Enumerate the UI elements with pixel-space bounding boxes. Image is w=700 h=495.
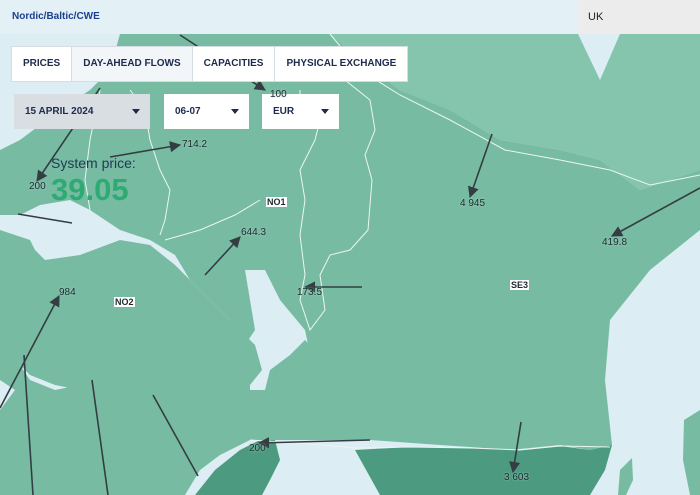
flow-label-714: 714.2 [182,139,208,150]
tab-day-ahead-flows[interactable]: DAY-AHEAD FLOWS [72,47,193,81]
view-tabs: PRICES DAY-AHEAD FLOWS CAPACITIES PHYSIC… [11,46,409,82]
chevron-down-icon [231,109,239,114]
top-bar: Nordic/Baltic/CWE UK [0,0,700,34]
flow-label-3603: 3 603 [504,472,530,483]
zone-label-no1[interactable]: NO1 [266,197,287,207]
zone-label-se3[interactable]: SE3 [510,280,530,290]
uk-tab[interactable]: UK [577,0,700,34]
tab-capacities[interactable]: CAPACITIES [193,47,276,81]
date-value: 15 APRIL 2024 [25,106,94,117]
tab-prices[interactable]: PRICES [12,47,73,81]
flow-label-200-bottom: 200 [249,443,266,454]
zone-label-no2[interactable]: NO2 [114,297,135,307]
hour-select[interactable]: 06-07 [164,94,249,129]
system-price-value: 39.05 [51,172,129,207]
flow-label-200-top: 200 [29,181,46,192]
flow-label-4198: 419.8 [602,237,628,248]
currency-value: EUR [273,106,295,117]
region-link[interactable]: Nordic/Baltic/CWE [12,11,100,22]
flow-label-984: 984 [59,287,76,298]
chevron-down-icon [321,109,329,114]
flow-label-6443: 644.3 [241,227,267,238]
tab-physical-exchange[interactable]: PHYSICAL EXCHANGE [275,47,407,81]
uk-tab-label: UK [588,11,604,23]
date-select[interactable]: 15 APRIL 2024 [14,94,150,129]
chevron-down-icon [132,109,140,114]
system-price-label: System price: [51,155,136,171]
flow-label-100: 100 [270,89,287,100]
hour-value: 06-07 [175,106,201,117]
flow-label-1735: 173.5 [297,287,323,298]
land-se4 [355,445,612,495]
flow-label-4945: 4 945 [460,198,486,209]
